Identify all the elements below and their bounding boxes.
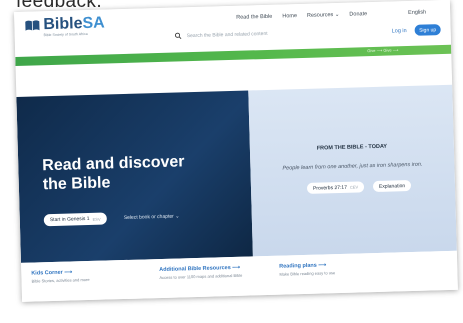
site-header: BibleSA Bible Society of South Africa Re… <box>14 0 452 66</box>
search-icon <box>174 32 182 39</box>
verse-text: People learn from one another, just as i… <box>282 161 423 172</box>
signup-button[interactable]: Sign up <box>414 24 441 36</box>
select-book-link[interactable]: Select book or chapter ⌄ <box>124 213 180 221</box>
screenshot-photo: BibleSA Bible Society of South Africa Re… <box>0 0 463 323</box>
card-kids-corner[interactable]: Kids Corner ⟶ Bible Stories, activities … <box>31 269 89 283</box>
site-logo[interactable]: BibleSA <box>24 14 105 34</box>
website-page: BibleSA Bible Society of South Africa Re… <box>14 0 458 302</box>
translation-tag: CEV <box>349 184 359 190</box>
translation-tag: ESV <box>92 216 101 222</box>
language-selector[interactable]: English <box>408 9 426 16</box>
start-genesis-button[interactable]: Start in Genesis 1 ESV <box>43 212 107 227</box>
main-nav: Read the Bible Home Resources ⌄ Donate <box>236 11 367 21</box>
give-banner-text[interactable]: Give ⟶ Give ⟶ <box>367 47 398 53</box>
verse-of-day-panel: FROM THE BIBLE - TODAY People learn from… <box>248 84 457 257</box>
book-icon <box>25 20 40 31</box>
nav-item-resources[interactable]: Resources ⌄ <box>307 12 340 19</box>
verse-heading: FROM THE BIBLE - TODAY <box>316 143 388 152</box>
card-reading-plans[interactable]: Reading plans ⟶ Make Bible reading easy … <box>279 262 335 276</box>
search-bar[interactable]: Search the Bible and related content <box>174 27 355 39</box>
nav-item-read-the-bible[interactable]: Read the Bible <box>236 14 272 21</box>
hero-panel: Read and discover the Bible Start in Gen… <box>16 90 253 263</box>
explanation-button[interactable]: Explanation <box>372 179 412 193</box>
login-link[interactable]: Log in <box>392 28 407 34</box>
nav-item-donate[interactable]: Donate <box>349 11 367 17</box>
logo-wordmark: BibleSA <box>43 14 105 34</box>
card-additional-resources[interactable]: Additional Bible Resources ⟶ Access to o… <box>159 265 242 280</box>
hero-title: Read and discover the Bible <box>42 153 185 194</box>
give-banner: Give ⟶ Give ⟶ <box>15 44 452 66</box>
verse-reference-button[interactable]: Proverbs 27:17 CEV <box>306 181 365 194</box>
nav-item-home[interactable]: Home <box>282 13 297 19</box>
logo-tagline: Bible Society of South Africa <box>43 31 88 38</box>
search-input[interactable]: Search the Bible and related content <box>187 30 268 38</box>
